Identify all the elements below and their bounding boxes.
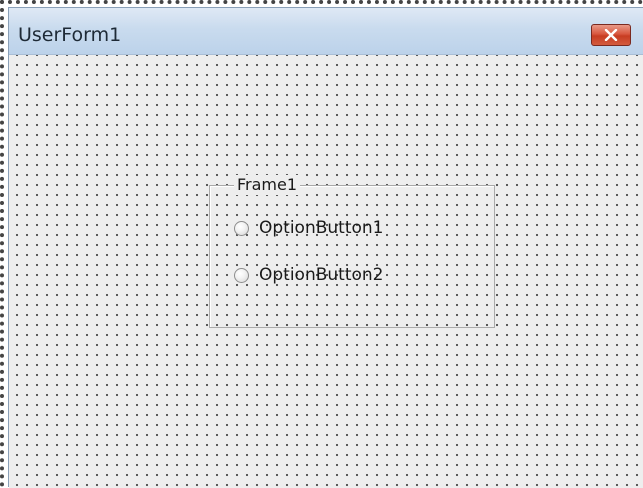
radio-icon[interactable] [234, 220, 249, 236]
window-title: UserForm1 [18, 24, 122, 46]
userform-window[interactable]: UserForm1 Frame1 OptionButton1 OptionBut… [8, 7, 643, 488]
option-button-1[interactable]: OptionButton1 [234, 216, 384, 240]
option-button-2[interactable]: OptionButton2 [234, 263, 384, 287]
close-icon [604, 29, 618, 41]
radio-icon[interactable] [234, 267, 249, 283]
frame-control[interactable]: Frame1 OptionButton1 OptionButton2 [209, 175, 495, 328]
form-design-grid[interactable]: Frame1 OptionButton1 OptionButton2 [9, 55, 643, 488]
title-bar[interactable]: UserForm1 [9, 8, 643, 55]
option-button-2-label: OptionButton2 [259, 265, 384, 285]
option-button-1-label: OptionButton1 [259, 218, 384, 238]
close-button[interactable] [591, 24, 631, 46]
frame-caption: Frame1 [234, 175, 301, 195]
